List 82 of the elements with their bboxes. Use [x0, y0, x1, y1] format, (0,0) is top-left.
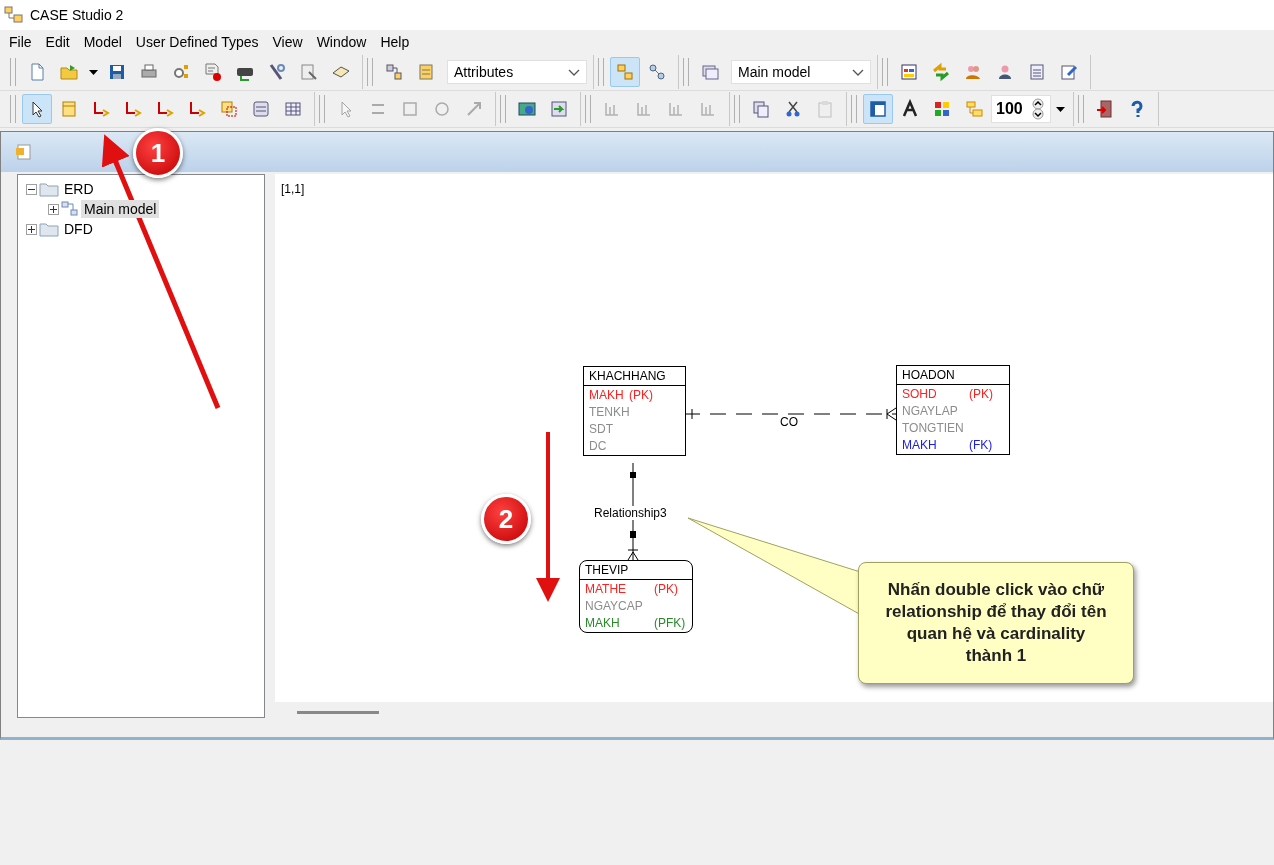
- zoom-spinner[interactable]: 100: [991, 95, 1051, 123]
- caret-icon: [88, 69, 98, 75]
- paste-icon: [815, 99, 835, 119]
- folder-icon: [39, 221, 59, 237]
- attribute-name: NGAYCAP: [585, 599, 644, 613]
- relationship-icon: [123, 99, 143, 119]
- attribute-name: NGAYLAP: [902, 404, 959, 418]
- attribute-name: TONGTIEN: [902, 421, 965, 435]
- entity-name: KHACHHANG: [584, 367, 685, 386]
- dropdown[interactable]: Attributes: [447, 60, 587, 84]
- entity-name: HOADON: [897, 366, 1009, 385]
- window-title: CASE Studio 2: [30, 7, 124, 23]
- key-label: (PK): [969, 387, 993, 401]
- plus-icon: [28, 225, 35, 233]
- sync-icon: [931, 62, 951, 82]
- exit-icon: [1095, 99, 1115, 119]
- chevron-icon: [852, 68, 864, 76]
- attribute-name: SOHD: [902, 387, 938, 401]
- relationship-label[interactable]: Relationship3: [594, 506, 667, 520]
- rectangle-icon: [400, 99, 420, 119]
- entity-box[interactable]: THEVIP MATHE (PK) NGAYCAP MAKH (PFK): [579, 560, 693, 633]
- tree-item[interactable]: ERD: [61, 180, 97, 198]
- menu-item[interactable]: Window: [309, 34, 374, 50]
- relationship-icon: [187, 99, 207, 119]
- grid-icon: [283, 99, 303, 119]
- expand-toggle[interactable]: [26, 223, 37, 235]
- open-folder-icon: [59, 62, 79, 82]
- attribute-name: MAKH: [589, 388, 625, 402]
- entity-box[interactable]: KHACHHANG MAKH (PK) TENKH SDT DC: [583, 366, 686, 456]
- window-button[interactable]: [863, 94, 893, 124]
- attribute-name: TENKH: [589, 405, 629, 419]
- attribute-name: MAKH: [585, 616, 621, 630]
- key-label: (PK): [654, 582, 678, 596]
- import-icon: [549, 99, 569, 119]
- app-icon: [4, 6, 24, 24]
- font-icon: [900, 99, 920, 119]
- menu-item[interactable]: View: [265, 34, 310, 50]
- plus-icon: [50, 205, 57, 213]
- colors-icon: [932, 99, 952, 119]
- entity-icon: [59, 99, 79, 119]
- attribute-name: MAKH: [902, 438, 938, 452]
- diagram-icon: [61, 201, 79, 217]
- entity-box[interactable]: HOADON SOHD (PK) NGAYLAP TONGTIEN MAKH (FK): [896, 365, 1010, 455]
- relationship-icon: [155, 99, 175, 119]
- key-label: (PK): [629, 388, 653, 402]
- attribute-name: DC: [589, 439, 608, 453]
- circle-icon: [432, 99, 452, 119]
- attribute-name: MATHE: [585, 582, 628, 596]
- tiles-button[interactable]: [610, 57, 640, 87]
- menu-item[interactable]: Help: [373, 34, 417, 50]
- key-label: (FK): [969, 438, 993, 452]
- coordinates-label: [1,1]: [281, 182, 305, 196]
- chevron-icon: [568, 68, 580, 76]
- table-icon: [899, 62, 919, 82]
- document-icon: [15, 143, 33, 161]
- menu-item[interactable]: Edit: [38, 34, 77, 50]
- collapse-toggle[interactable]: [26, 183, 37, 195]
- tree-item[interactable]: Main model: [81, 200, 160, 218]
- expand-toggle[interactable]: [48, 203, 59, 215]
- caret-icon: [1055, 106, 1065, 112]
- dropdown[interactable]: Main model: [731, 60, 871, 84]
- attribute-name: SDT: [589, 422, 614, 436]
- callout: Nhấn double click vào chữ relationship để thay đổi tên quan hệ và cardinality thành 1: [858, 562, 1134, 684]
- menu-item[interactable]: User Defined Types: [128, 34, 266, 50]
- menu-item[interactable]: Model: [76, 34, 129, 50]
- copy-icon: [751, 99, 771, 119]
- key-label: (PFK): [654, 616, 686, 630]
- edit-icon: [1059, 62, 1079, 82]
- folder-icon: [39, 181, 59, 197]
- menu-item[interactable]: File: [2, 34, 39, 50]
- entity-name: THEVIP: [580, 561, 692, 580]
- window-icon: [868, 99, 888, 119]
- panels-icon: [700, 62, 720, 82]
- tree-item[interactable]: DFD: [61, 220, 96, 238]
- tiles-icon: [615, 62, 635, 82]
- pointer-button[interactable]: [22, 94, 52, 124]
- scrollbar-thumb[interactable]: [297, 710, 379, 714]
- relationship-icon: [91, 99, 111, 119]
- relationship-label[interactable]: CO: [780, 415, 798, 429]
- save-icon: [107, 62, 127, 82]
- link-icon: [647, 62, 667, 82]
- spin-arrows-icon: [1030, 98, 1046, 120]
